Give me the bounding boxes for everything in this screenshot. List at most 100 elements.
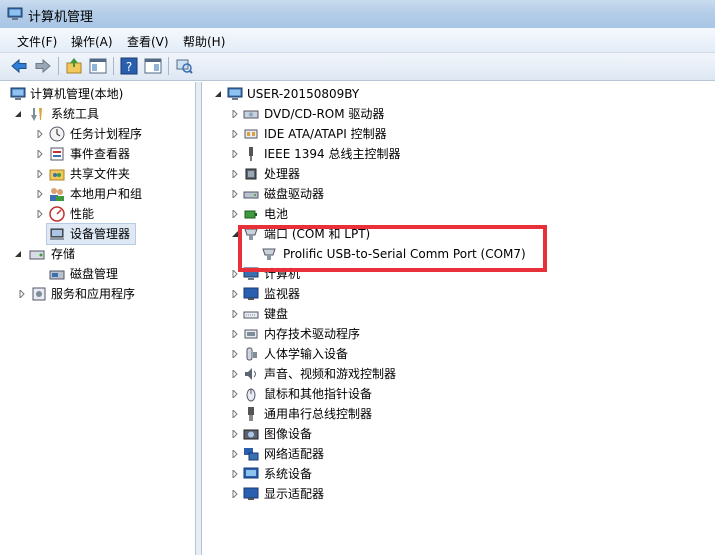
tree-item-label: 网络适配器: [264, 447, 325, 461]
expanded-arrow-icon[interactable]: [214, 90, 222, 98]
back-arrow-icon[interactable]: [9, 56, 29, 76]
performance-icon: [49, 206, 65, 222]
tree-item-label: 服务和应用程序: [51, 287, 136, 301]
tree-item-label: 人体学输入设备: [264, 347, 349, 361]
device-category-monitors[interactable]: 监视器: [231, 284, 531, 304]
tree-item-local-users-groups[interactable]: 本地用户和组: [36, 184, 190, 204]
tree-item-disk-management[interactable]: 磁盘管理: [49, 264, 190, 284]
collapsed-arrow-icon[interactable]: [231, 450, 239, 458]
collapsed-arrow-icon[interactable]: [231, 110, 239, 118]
tree-item-computer-management[interactable]: 计算机管理(本地): [10, 84, 190, 104]
tree-item-label: 计算机管理(本地): [30, 87, 124, 101]
collapsed-arrow-icon[interactable]: [36, 210, 44, 218]
keyboard-icon: [243, 311, 259, 319]
tree-item-event-viewer[interactable]: 事件查看器: [36, 144, 190, 164]
tree-item-label: IDE ATA/ATAPI 控制器: [264, 127, 387, 141]
device-category-ide[interactable]: IDE ATA/ATAPI 控制器: [231, 124, 531, 144]
help-icon[interactable]: ?: [119, 56, 139, 76]
collapsed-arrow-icon[interactable]: [231, 430, 239, 438]
tree-item-label: 事件查看器: [70, 147, 131, 161]
device-category-hid[interactable]: 人体学输入设备: [231, 344, 531, 364]
collapsed-arrow-icon[interactable]: [231, 470, 239, 478]
usb-icon: [248, 407, 254, 421]
tree-item-label: DVD/CD-ROM 驱动器: [264, 107, 385, 121]
services-icon: [32, 287, 46, 301]
refresh-scan-icon[interactable]: [174, 56, 194, 76]
device-category-system[interactable]: 系统设备: [231, 464, 531, 484]
device-category-display[interactable]: 显示适配器: [231, 484, 531, 504]
device-category-disk-drives[interactable]: 磁盘驱动器: [231, 184, 531, 204]
menu-file[interactable]: 文件(F): [17, 33, 57, 50]
tree-item-label: 图像设备: [264, 427, 313, 441]
tree-item-system-tools[interactable]: 系统工具: [14, 104, 190, 124]
menu-help[interactable]: 帮助(H): [183, 33, 225, 50]
menu-view[interactable]: 查看(V): [127, 33, 169, 50]
device-tree-root[interactable]: USER-20150809BY: [214, 84, 514, 104]
device-category-dvd[interactable]: DVD/CD-ROM 驱动器: [231, 104, 531, 124]
speaker-icon: [245, 368, 256, 380]
forward-arrow-icon[interactable]: [33, 56, 53, 76]
tree-item-label: 任务计划程序: [70, 127, 143, 141]
collapsed-arrow-icon[interactable]: [231, 190, 239, 198]
ide-controller-icon: [244, 129, 258, 139]
navigation-tree[interactable]: 计算机管理(本地) 系统工具 任务计划程序 事件查看器 共享文件夹 本地用户和组…: [6, 82, 196, 555]
collapsed-arrow-icon[interactable]: [36, 190, 44, 198]
collapsed-arrow-icon[interactable]: [231, 170, 239, 178]
collapsed-arrow-icon[interactable]: [36, 150, 44, 158]
tree-item-label: 电池: [264, 207, 289, 221]
properties-icon[interactable]: [143, 56, 163, 76]
expanded-arrow-icon[interactable]: [14, 110, 22, 118]
storage-icon: [29, 250, 45, 260]
memory-icon: [244, 329, 258, 339]
tree-item-shared-folders[interactable]: 共享文件夹: [36, 164, 190, 184]
monitor-icon: [243, 287, 259, 300]
tree-item-services-apps[interactable]: 服务和应用程序: [18, 284, 190, 304]
collapsed-arrow-icon[interactable]: [231, 350, 239, 358]
collapsed-arrow-icon[interactable]: [231, 210, 239, 218]
collapsed-arrow-icon[interactable]: [231, 490, 239, 498]
collapsed-arrow-icon[interactable]: [231, 290, 239, 298]
tree-item-label: 共享文件夹: [70, 167, 131, 181]
processor-icon: [245, 168, 257, 180]
device-category-battery[interactable]: 电池: [231, 204, 531, 224]
highlight-box: [238, 225, 547, 272]
up-folder-icon[interactable]: [64, 56, 84, 76]
users-icon: [50, 188, 64, 201]
tree-item-label: 通用串行总线控制器: [264, 407, 373, 421]
toolbar: ?: [0, 53, 715, 81]
device-category-ieee1394[interactable]: IEEE 1394 总线主控制器: [231, 144, 531, 164]
computer-icon: [227, 87, 243, 100]
computer-management-icon: [7, 7, 23, 20]
system-device-icon: [243, 467, 259, 479]
event-viewer-icon: [50, 147, 64, 161]
tree-item-storage[interactable]: 存储: [14, 244, 190, 264]
title-bar[interactable]: 计算机管理: [0, 0, 715, 28]
tree-item-performance[interactable]: 性能: [36, 204, 190, 224]
device-category-memory-tech[interactable]: 内存技术驱动程序: [231, 324, 531, 344]
device-category-keyboards[interactable]: 键盘: [231, 304, 531, 324]
collapsed-arrow-icon[interactable]: [231, 410, 239, 418]
collapsed-arrow-icon[interactable]: [36, 130, 44, 138]
camera-icon: [243, 429, 259, 440]
collapsed-arrow-icon[interactable]: [231, 310, 239, 318]
collapsed-arrow-icon[interactable]: [231, 150, 239, 158]
collapsed-arrow-icon[interactable]: [231, 130, 239, 138]
tree-item-label: USER-20150809BY: [247, 87, 360, 101]
tree-item-device-manager[interactable]: 设备管理器: [46, 223, 136, 245]
collapsed-arrow-icon[interactable]: [231, 330, 239, 338]
collapsed-arrow-icon[interactable]: [231, 390, 239, 398]
device-tree[interactable]: USER-20150809BY DVD/CD-ROM 驱动器 IDE ATA/A…: [201, 82, 715, 555]
device-category-network[interactable]: 网络适配器: [231, 444, 531, 464]
tree-item-task-scheduler[interactable]: 任务计划程序: [36, 124, 190, 144]
collapsed-arrow-icon[interactable]: [36, 170, 44, 178]
menu-action[interactable]: 操作(A): [71, 33, 113, 50]
device-category-usb[interactable]: 通用串行总线控制器: [231, 404, 531, 424]
device-category-mice[interactable]: 鼠标和其他指针设备: [231, 384, 531, 404]
collapsed-arrow-icon[interactable]: [18, 290, 26, 298]
device-category-processor[interactable]: 处理器: [231, 164, 531, 184]
collapsed-arrow-icon[interactable]: [231, 370, 239, 378]
device-category-imaging[interactable]: 图像设备: [231, 424, 531, 444]
expanded-arrow-icon[interactable]: [14, 250, 22, 258]
show-hide-tree-icon[interactable]: [88, 56, 108, 76]
device-category-sound[interactable]: 声音、视频和游戏控制器: [231, 364, 531, 384]
